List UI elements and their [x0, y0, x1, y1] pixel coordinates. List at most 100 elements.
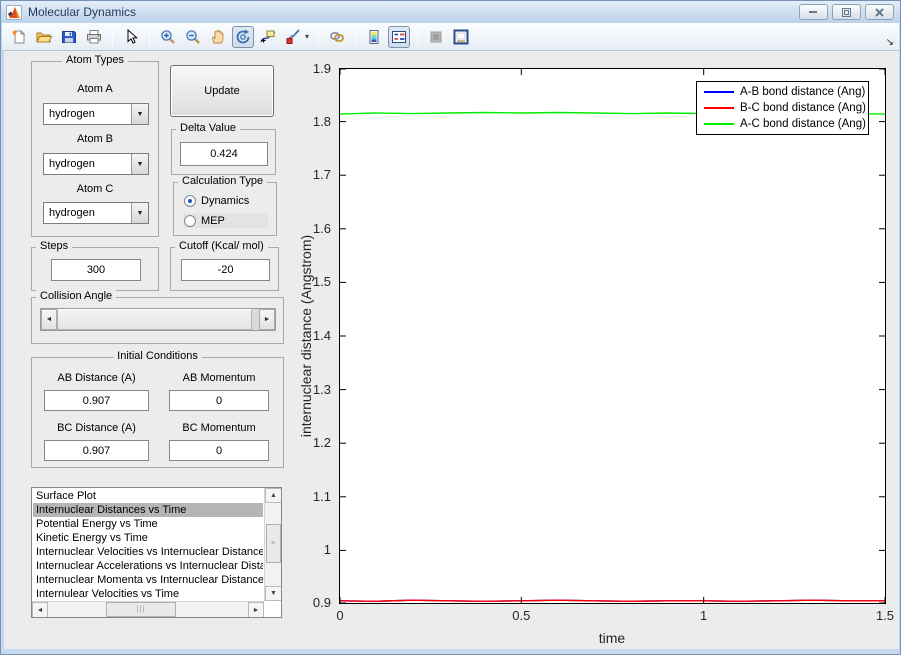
atom-c-dropdown[interactable]: hydrogen ▼ — [43, 202, 149, 224]
toolbar-overflow-arrow[interactable]: ↘ — [886, 37, 894, 48]
plot-axes[interactable] — [339, 68, 886, 604]
delta-value-group: Delta Value 0.424 — [171, 122, 276, 175]
figure-toolbar: ▾ ↘ — [2, 23, 899, 51]
y-tick-label: 1.8 — [312, 113, 331, 129]
initial-conditions-title: Initial Conditions — [113, 350, 202, 362]
print-button[interactable] — [83, 26, 105, 48]
zoom-in-button[interactable] — [157, 26, 179, 48]
save-button[interactable] — [58, 26, 80, 48]
slider-right-arrow-icon[interactable]: ► — [259, 309, 275, 330]
vertical-scrollbar[interactable]: ▲ ≡ ▼ — [264, 488, 281, 601]
slider-track[interactable] — [252, 309, 259, 330]
ab-distance-field[interactable]: 0.907 — [44, 390, 149, 411]
pan-hand-button[interactable] — [207, 26, 229, 48]
horizontal-scrollbar[interactable]: ◄ ||| ► — [32, 601, 264, 617]
ab-momentum-field[interactable]: 0 — [169, 390, 269, 411]
vertical-scroll-thumb[interactable]: ≡ — [266, 524, 281, 563]
x-tick-label: 1.5 — [875, 608, 895, 623]
collision-angle-title: Collision Angle — [36, 290, 117, 302]
plot-list-item[interactable]: Internuclear Momenta vs Internuclear Dis… — [33, 573, 263, 587]
slider-left-arrow-icon[interactable]: ◄ — [41, 309, 57, 330]
collision-angle-slider[interactable]: ◄ ► — [40, 308, 276, 331]
open-file-button[interactable] — [33, 26, 55, 48]
y-tick-label: 1 — [323, 542, 331, 558]
atom-a-dropdown[interactable]: hydrogen ▼ — [43, 103, 149, 125]
scroll-right-icon[interactable]: ► — [248, 602, 264, 617]
plot-list-item[interactable]: Kinetic Energy vs Time — [33, 531, 263, 545]
x-tick-label: 0.5 — [512, 608, 531, 623]
toolbar-separator — [355, 26, 357, 47]
radio-dynamics[interactable]: Dynamics — [184, 193, 268, 208]
show-plot-tools-dock-button[interactable] — [450, 26, 472, 48]
bc-distance-field[interactable]: 0.907 — [44, 440, 149, 461]
zoom-out-button[interactable] — [182, 26, 204, 48]
plot-list-item[interactable]: Internuclear Distances vs Time — [33, 503, 263, 517]
plot-list-item[interactable]: Internuclear Accelerations vs Internucle… — [33, 559, 263, 573]
atom-c-label: Atom C — [76, 183, 114, 195]
scroll-up-icon[interactable]: ▲ — [265, 488, 281, 503]
plot-list-item[interactable]: Internulear Velocities vs Time — [33, 587, 263, 600]
steps-field[interactable]: 300 — [51, 259, 141, 281]
x-axis-label: time — [598, 630, 626, 646]
x-tick-label: 1 — [700, 608, 708, 623]
insert-colorbar-button[interactable] — [363, 26, 385, 48]
y-tick-label: 1.9 — [312, 61, 331, 76]
brush-data-button[interactable] — [282, 26, 304, 48]
legend-entry-label: A-B bond distance (Ang) — [740, 86, 866, 98]
plot-legend[interactable]: A-B bond distance (Ang) B-C bond distanc… — [696, 81, 869, 135]
y-tick-label: 0.9 — [312, 595, 331, 610]
insert-legend-button[interactable] — [388, 25, 411, 48]
calculation-type-title: Calculation Type — [178, 175, 268, 187]
plot-type-listbox[interactable]: Surface Plot Internuclear Distances vs T… — [31, 487, 282, 618]
close-button[interactable] — [865, 4, 894, 20]
atom-a-value: hydrogen — [49, 108, 95, 120]
data-cursor-button[interactable] — [257, 26, 279, 48]
x-tick-label: 0 — [336, 608, 344, 623]
radio-mep[interactable]: MEP — [184, 213, 268, 228]
new-figure-button[interactable] — [8, 26, 30, 48]
hide-plot-tools-button[interactable] — [425, 26, 447, 48]
scroll-down-icon[interactable]: ▼ — [265, 586, 281, 601]
scroll-left-icon[interactable]: ◄ — [32, 602, 48, 617]
legend-entry: A-B bond distance (Ang) — [697, 84, 868, 100]
bc-momentum-field[interactable]: 0 — [169, 440, 269, 461]
app-window: Molecular Dynamics ▾ ↘ Atom Types Atom A… — [0, 0, 901, 655]
toolbar-separator — [149, 26, 150, 47]
window-title: Molecular Dynamics — [28, 5, 137, 19]
ab-momentum-label: AB Momentum — [182, 372, 256, 384]
atom-b-dropdown[interactable]: hydrogen ▼ — [43, 153, 149, 175]
edit-plot-cursor-button[interactable] — [120, 26, 142, 48]
atom-c-value: hydrogen — [49, 207, 95, 219]
minimize-button[interactable] — [799, 4, 828, 20]
chevron-down-icon[interactable]: ▼ — [131, 104, 148, 124]
radio-icon[interactable] — [184, 214, 196, 227]
cutoff-field[interactable]: -20 — [181, 259, 270, 281]
plot-list-items: Surface Plot Internuclear Distances vs T… — [33, 489, 263, 600]
plot-list-item[interactable]: Potential Energy vs Time — [33, 517, 263, 531]
chevron-down-icon[interactable]: ▼ — [131, 154, 148, 174]
plot-line — [339, 599, 886, 603]
legend-line-sample — [704, 107, 734, 109]
plot-list-item[interactable]: Internuclear Velocities vs Internuclear … — [33, 545, 263, 559]
title-bar[interactable]: Molecular Dynamics — [1, 1, 900, 23]
y-tick-label: 1.1 — [312, 488, 331, 504]
atom-b-value: hydrogen — [49, 158, 95, 170]
maximize-button[interactable] — [832, 4, 861, 20]
radio-icon[interactable] — [184, 194, 196, 207]
delta-value-field[interactable]: 0.424 — [180, 142, 268, 166]
slider-thumb[interactable] — [57, 309, 252, 330]
initial-conditions-group: Initial Conditions AB Distance (A) AB Mo… — [31, 350, 284, 468]
legend-line-sample — [704, 123, 734, 125]
update-button[interactable]: Update — [170, 65, 274, 117]
atom-b-label: Atom B — [76, 133, 114, 145]
legend-entry: A-C bond distance (Ang) — [697, 116, 868, 132]
chevron-down-icon[interactable]: ▼ — [131, 203, 148, 223]
matlab-icon — [6, 4, 22, 20]
horizontal-scroll-thumb[interactable]: ||| — [106, 602, 176, 617]
plot-list-item[interactable]: Surface Plot — [33, 489, 263, 503]
legend-line-sample — [704, 91, 734, 93]
brush-dropdown-caret[interactable]: ▾ — [305, 32, 309, 41]
rotate-3d-button[interactable] — [232, 25, 254, 48]
delta-value-title: Delta Value — [176, 122, 241, 134]
link-plot-button[interactable] — [326, 26, 348, 48]
